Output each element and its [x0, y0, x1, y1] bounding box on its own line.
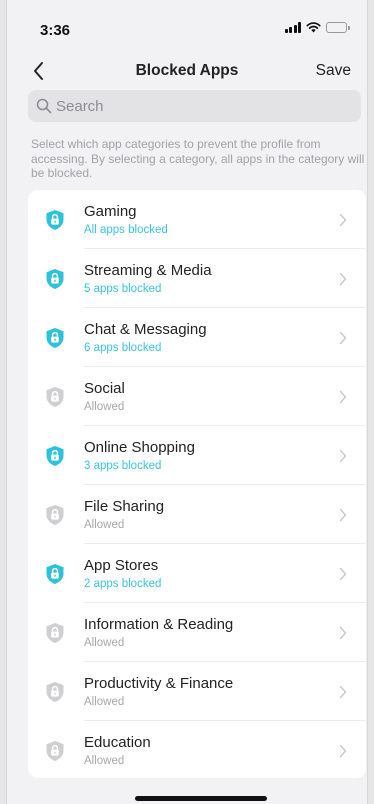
chevron-right-icon — [339, 390, 347, 404]
save-button[interactable]: Save — [316, 62, 351, 80]
category-name: Chat & Messaging — [84, 321, 207, 338]
category-name: App Stores — [84, 557, 159, 574]
navigation-bar: Blocked Apps Save — [7, 55, 367, 87]
category-row[interactable]: Information & Reading Allowed — [28, 603, 366, 662]
lock-shield-icon — [46, 387, 64, 407]
category-row[interactable]: Social Allowed — [28, 367, 366, 426]
category-status: 5 apps blocked — [84, 283, 162, 295]
lock-shield-icon — [46, 564, 64, 584]
category-row[interactable]: File Sharing Allowed — [28, 485, 366, 544]
category-status: Allowed — [84, 519, 125, 531]
category-name: Education — [84, 734, 151, 751]
lock-shield-icon — [46, 269, 64, 289]
category-name: Social — [84, 380, 125, 397]
wifi-icon — [306, 22, 321, 33]
chevron-right-icon — [339, 567, 347, 581]
home-indicator[interactable] — [135, 796, 267, 801]
chevron-right-icon — [339, 449, 347, 463]
category-row[interactable]: Education Allowed — [28, 721, 366, 778]
category-status: Allowed — [84, 401, 125, 413]
category-status: Allowed — [84, 637, 125, 649]
category-status: Allowed — [84, 755, 125, 767]
lock-shield-icon — [46, 446, 64, 466]
chevron-right-icon — [339, 508, 347, 522]
category-name: Online Shopping — [84, 439, 195, 456]
category-row[interactable]: Chat & Messaging 6 apps blocked — [28, 308, 366, 367]
status-bar: 3:36 — [7, 0, 367, 50]
search-icon — [36, 98, 52, 114]
chevron-right-icon — [339, 626, 347, 640]
lock-shield-icon — [46, 623, 64, 643]
cellular-signal-icon — [284, 22, 301, 33]
category-row[interactable]: Online Shopping 3 apps blocked — [28, 426, 366, 485]
status-time: 3:36 — [40, 22, 71, 39]
lock-shield-icon — [46, 682, 64, 702]
chevron-right-icon — [339, 213, 347, 227]
category-name: Gaming — [84, 203, 137, 220]
lock-shield-icon — [46, 210, 64, 230]
category-row[interactable]: Streaming & Media 5 apps blocked — [28, 249, 366, 308]
chevron-right-icon — [339, 272, 347, 286]
search-bar[interactable] — [28, 90, 361, 122]
category-status: Allowed — [84, 696, 125, 708]
category-list: Gaming All apps blocked Streaming & Media 5… — [28, 190, 366, 778]
status-icons — [284, 22, 350, 33]
page-title: Blocked Apps — [135, 62, 239, 79]
lock-shield-icon — [46, 328, 64, 348]
description-text: Select which app categories to prevent t… — [31, 137, 365, 180]
search-input[interactable] — [56, 97, 346, 115]
chevron-right-icon — [339, 744, 347, 758]
category-status: All apps blocked — [84, 224, 168, 236]
category-name: Productivity & Finance — [84, 675, 234, 692]
phone-screen: 3:36 Blocked Apps Save Select — [6, 0, 368, 804]
chevron-right-icon — [339, 331, 347, 345]
category-status: 3 apps blocked — [84, 460, 162, 472]
battery-icon — [326, 22, 350, 33]
category-name: Information & Reading — [84, 616, 234, 633]
category-row[interactable]: Productivity & Finance Allowed — [28, 662, 366, 721]
lock-shield-icon — [46, 741, 64, 761]
category-name: Streaming & Media — [84, 262, 212, 279]
category-name: File Sharing — [84, 498, 165, 515]
category-status: 2 apps blocked — [84, 578, 162, 590]
lock-shield-icon — [46, 505, 64, 525]
category-row[interactable]: App Stores 2 apps blocked — [28, 544, 366, 603]
category-row[interactable]: Gaming All apps blocked — [28, 190, 366, 249]
category-status: 6 apps blocked — [84, 342, 162, 354]
chevron-right-icon — [339, 685, 347, 699]
